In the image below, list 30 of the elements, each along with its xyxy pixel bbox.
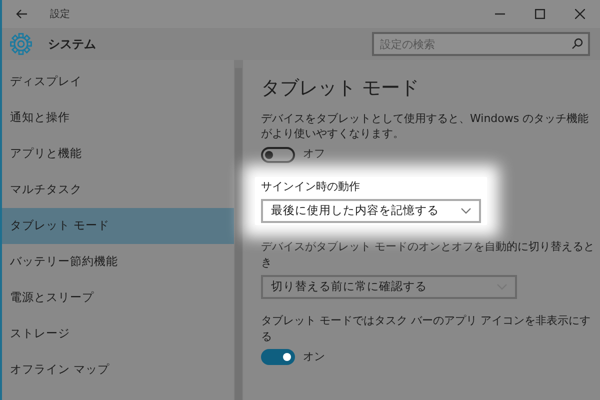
dropdown[interactable]: 切り替える前に常に確認する [261, 274, 517, 299]
setting-description: タブレット モードではタスク バーのアプリ アイコンを非表示にする [261, 312, 592, 345]
setting-label: デバイスがタブレット モードのオンとオフを自動的に切り替えるとき [261, 238, 596, 271]
sidebar-item[interactable]: 通知と操作 [2, 100, 234, 136]
back-arrow-icon [16, 9, 28, 19]
dropdown[interactable]: 最後に使用した内容を記憶する [261, 198, 481, 223]
page-title: タブレット モード [261, 76, 420, 101]
maximize-icon [535, 9, 545, 19]
window-title: 設定 [50, 8, 70, 22]
section-title: システム [48, 36, 97, 53]
sidebar-item[interactable]: オフライン マップ [2, 352, 234, 388]
toggle-state-label: オン [303, 348, 325, 365]
setting-label: サインイン時の動作 [261, 178, 361, 195]
scrollbar-thumb[interactable] [235, 68, 242, 400]
sidebar-item[interactable]: アプリと機能 [2, 136, 234, 172]
sidebar-item[interactable]: マルチタスク [2, 172, 234, 208]
toggle-switch[interactable] [261, 146, 295, 163]
sidebar-item[interactable]: バッテリー節約機能 [2, 244, 234, 280]
sidebar-item[interactable]: タブレット モード [2, 208, 234, 244]
sidebar-item[interactable]: ストレージ [2, 316, 234, 352]
setting-description: デバイスをタブレットとして使用すると、Windows のタッチ機能がより使いやすくなります。 [261, 110, 590, 142]
toggle-state-label: オフ [303, 146, 325, 162]
sidebar-item[interactable]: ディスプレイ [2, 64, 234, 100]
sidebar-item[interactable]: 電源とスリープ [2, 280, 234, 316]
toggle-switch[interactable] [261, 348, 295, 365]
close-icon [575, 9, 585, 19]
chevron-down-icon [461, 208, 471, 214]
gear-icon [10, 33, 32, 55]
search-field[interactable]: 設定の検索 [372, 32, 590, 56]
search-icon [572, 38, 583, 49]
